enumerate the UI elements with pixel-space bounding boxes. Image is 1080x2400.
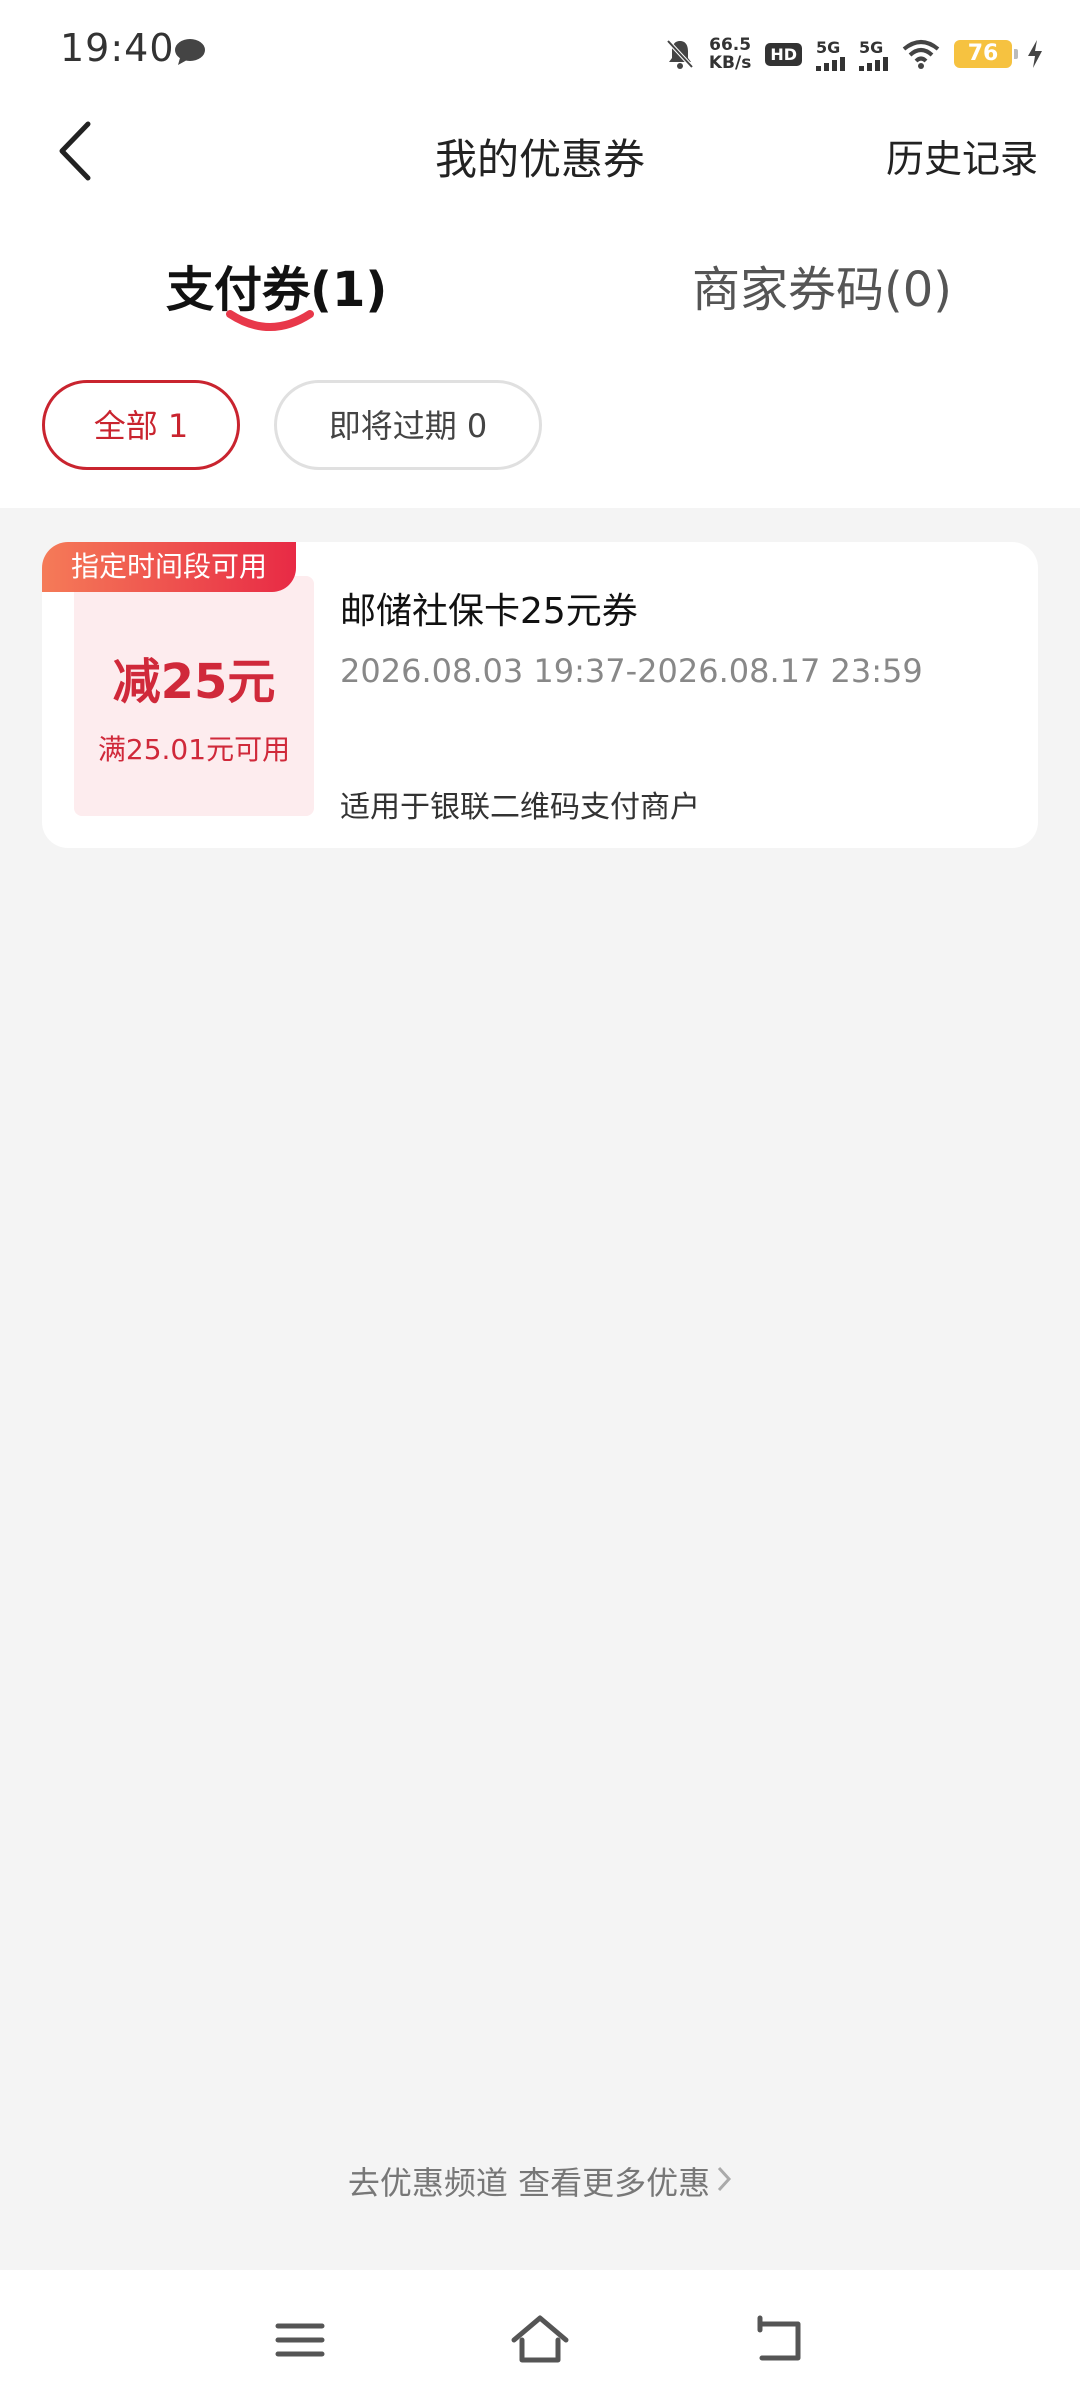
coupon-amount: 减25元 (112, 654, 276, 710)
mute-bell-icon (666, 39, 694, 69)
filter-all-chip[interactable]: 全部 1 (42, 380, 240, 470)
chevron-right-icon (717, 2166, 732, 2192)
back-icon[interactable] (750, 2310, 810, 2370)
coupon-validity: 2026.08.03 19:37-2026.08.17 23:59 (340, 652, 923, 690)
more-deals-label: 去优惠频道 查看更多优惠 (347, 2164, 711, 2202)
signal-bars-icon (816, 56, 845, 71)
signal-bars-icon (859, 56, 888, 71)
tab-merchant-codes[interactable]: 商家券码(0) (692, 250, 952, 320)
header: 我的优惠券 历史记录 (0, 100, 1080, 210)
message-icon (175, 39, 205, 65)
coupon-time-tag: 指定时间段可用 (42, 542, 296, 592)
coupon-value-panel: 减25元 满25.01元可用 (74, 576, 314, 816)
coupon-card[interactable]: 减25元 满25.01元可用 指定时间段可用 邮储社保卡25元券 2026.08… (42, 542, 1038, 848)
charging-icon (1028, 40, 1042, 68)
system-nav-bar (0, 2270, 1080, 2400)
net-speed-unit: KB/s (708, 53, 752, 73)
sim1-label: 5G (816, 37, 841, 57)
net-speed-value: 66.5 (709, 35, 752, 55)
status-bar: 19:40 66.5 KB/s HD 5G 5G 76 (0, 0, 1080, 100)
filter-expiring-chip[interactable]: 即将过期 0 (274, 380, 542, 470)
sim2-label: 5G (859, 37, 884, 57)
net-speed: 66.5 KB/s (709, 36, 751, 72)
active-tab-indicator (226, 310, 314, 331)
hd-badge: HD (765, 42, 802, 66)
wifi-icon (902, 40, 940, 69)
menu-icon[interactable] (270, 2310, 330, 2370)
coupon-condition: 满25.01元可用 (97, 733, 291, 766)
sim1-signal: 5G (816, 38, 845, 71)
history-button[interactable]: 历史记录 (886, 128, 1038, 183)
battery-indicator: 76 (954, 40, 1018, 68)
coupon-name: 邮储社保卡25元券 (340, 591, 638, 632)
coupon-scope: 适用于银联二维码支付商户 (340, 790, 700, 825)
status-icons: 66.5 KB/s HD 5G 5G 76 (665, 30, 1044, 78)
sim2-signal: 5G (859, 38, 888, 71)
more-deals-link[interactable]: 去优惠频道 查看更多优惠 (0, 2158, 1080, 2204)
home-icon[interactable] (510, 2310, 570, 2370)
status-time: 19:40 (60, 26, 175, 70)
coupon-tabs: 支付券(1) 商家券码(0) (0, 250, 1080, 340)
